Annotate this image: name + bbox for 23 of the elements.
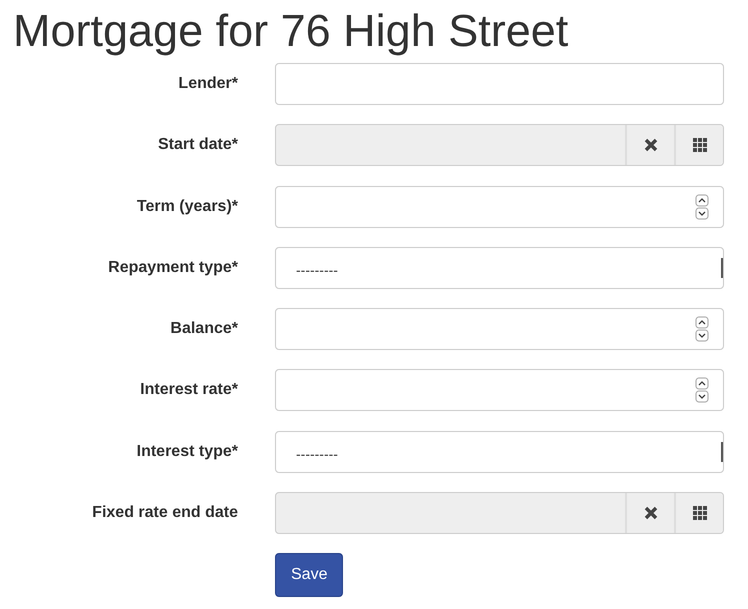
field-label: Interest type* [136,442,238,462]
spinner-icon[interactable] [695,316,709,342]
field-label: Start date* [156,135,238,156]
field-label: Fixed rate end date [91,503,238,524]
field-label: Interest rate* [139,380,238,400]
field-label: Balance* [169,319,238,340]
select-field[interactable]: --------- [275,246,724,289]
number-field[interactable] [275,186,724,228]
save-button[interactable]: Save [275,553,344,598]
text-field[interactable] [275,63,724,105]
field-label: Repayment type* [107,258,238,278]
grid-icon [692,137,708,154]
number-field[interactable] [275,369,724,412]
clear-icon [642,505,658,522]
page-title: Mortgage for 76 High Street [13,4,570,58]
select-field[interactable]: --------- [275,430,724,473]
clear-icon [642,137,658,154]
grid-icon [692,505,708,522]
number-field[interactable] [275,308,724,350]
field-label: Lender* [177,74,238,94]
field-label: Term (years)* [136,196,238,217]
spinner-icon[interactable] [695,377,709,404]
spinner-icon[interactable] [695,194,709,220]
